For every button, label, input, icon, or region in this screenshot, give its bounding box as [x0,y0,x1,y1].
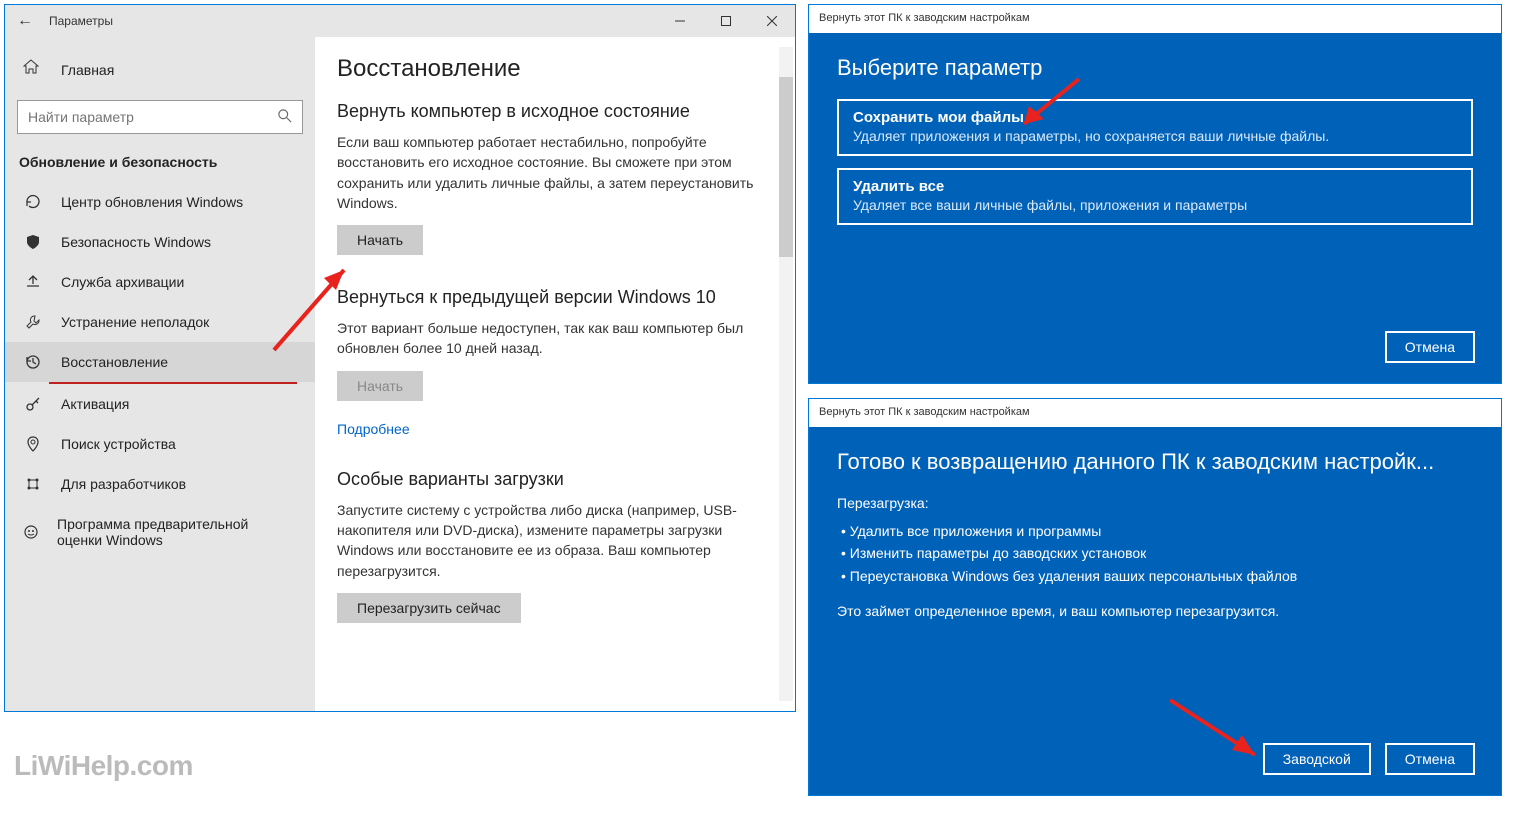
content-pane: Восстановление Вернуть компьютер в исход… [315,37,795,711]
nav-label: Безопасность Windows [61,234,211,250]
nav-windows-update[interactable]: Центр обновления Windows [5,182,315,222]
option-desc: Удаляет все ваши личные файлы, приложени… [853,197,1457,213]
option-keep-files[interactable]: Сохранить мои файлы Удаляет приложения и… [837,99,1473,156]
footer-text: Это займет определенное время, и ваш ком… [837,601,1473,622]
reset-title: Вернуть компьютер в исходное состояние [337,101,765,122]
close-button[interactable] [749,5,795,37]
developer-icon [23,476,43,492]
search-icon [278,109,292,126]
reset-body: Если ваш компьютер работает нестабильно,… [337,132,765,213]
section-title: Обновление и безопасность [5,148,315,182]
scrollbar-thumb[interactable] [779,77,793,257]
backup-icon [23,274,43,290]
reset-choose-dialog: Вернуть этот ПК к заводским настройкам В… [808,4,1502,384]
nav-activation[interactable]: Активация [5,384,315,424]
recovery-icon [23,354,43,370]
titlebar: ← Параметры [5,5,795,37]
sub-label: Перезагрузка: [837,493,1473,514]
nav-label: Устранение неполадок [61,314,209,330]
bullet-list: • Удалить все приложения и программы • И… [837,520,1473,587]
nav-label: Восстановление [61,354,168,370]
learn-more-link[interactable]: Подробнее [337,421,410,437]
back-button[interactable]: ← [5,12,45,30]
nav-troubleshoot[interactable]: Устранение неполадок [5,302,315,342]
page-heading: Восстановление [337,55,765,83]
rollback-title: Вернуться к предыдущей версии Windows 10 [337,287,765,308]
option-remove-all[interactable]: Удалить все Удаляет все ваши личные файл… [837,168,1473,225]
search-input[interactable] [28,109,278,125]
dialog-heading: Выберите параметр [837,55,1473,81]
maximize-button[interactable] [703,5,749,37]
rollback-body: Этот вариант больше недоступен, так как … [337,318,765,359]
restart-now-button[interactable]: Перезагрузить сейчас [337,593,521,623]
nav-label: Программа предварительной оценки Windows [57,516,297,548]
nav-label: Активация [61,396,129,412]
update-icon [23,194,43,210]
insider-icon [23,524,39,540]
nav-find-device[interactable]: Поиск устройства [5,424,315,464]
location-icon [23,436,43,452]
shield-icon [23,234,43,250]
home-icon [23,59,43,80]
watermark: LiWiHelp.com [14,750,193,782]
nav-label: Служба архивации [61,274,184,290]
nav-label: Поиск устройства [61,436,176,452]
option-title: Удалить все [853,178,1457,195]
sidebar: Главная Обновление и безопасность Центр … [5,37,315,711]
nav-label: Для разработчиков [61,476,186,492]
dialog-title: Вернуть этот ПК к заводским настройкам [809,5,1501,33]
search-box[interactable] [17,100,303,134]
cancel-button[interactable]: Отмена [1385,331,1475,363]
home-nav[interactable]: Главная [5,49,315,90]
window-title: Параметры [45,14,657,28]
bullet-item: • Удалить все приложения и программы [837,520,1473,542]
nav-backup[interactable]: Служба архивации [5,262,315,302]
reset-start-button[interactable]: Начать [337,225,423,255]
nav-insider[interactable]: Программа предварительной оценки Windows [5,504,315,560]
rollback-start-button: Начать [337,371,423,401]
nav-windows-security[interactable]: Безопасность Windows [5,222,315,262]
advanced-title: Особые варианты загрузки [337,469,765,490]
factory-button[interactable]: Заводской [1263,743,1371,775]
settings-window: ← Параметры Главная [4,4,796,712]
minimize-button[interactable] [657,5,703,37]
reset-confirm-dialog: Вернуть этот ПК к заводским настройкам Г… [808,398,1502,796]
wrench-icon [23,314,43,330]
nav-label: Центр обновления Windows [61,194,243,210]
option-desc: Удаляет приложения и параметры, но сохра… [853,128,1457,144]
dialog-heading: Готово к возвращению данного ПК к заводс… [837,449,1473,475]
bullet-item: • Изменить параметры до заводских устано… [837,542,1473,564]
nav-recovery[interactable]: Восстановление [5,342,315,382]
advanced-body: Запустите систему с устройства либо диск… [337,500,765,581]
nav-developers[interactable]: Для разработчиков [5,464,315,504]
option-title: Сохранить мои файлы [853,109,1457,126]
bullet-item: • Переустановка Windows без удаления ваш… [837,565,1473,587]
home-label: Главная [61,62,114,78]
cancel-button[interactable]: Отмена [1385,743,1475,775]
dialog-title: Вернуть этот ПК к заводским настройкам [809,399,1501,427]
key-icon [23,396,43,412]
